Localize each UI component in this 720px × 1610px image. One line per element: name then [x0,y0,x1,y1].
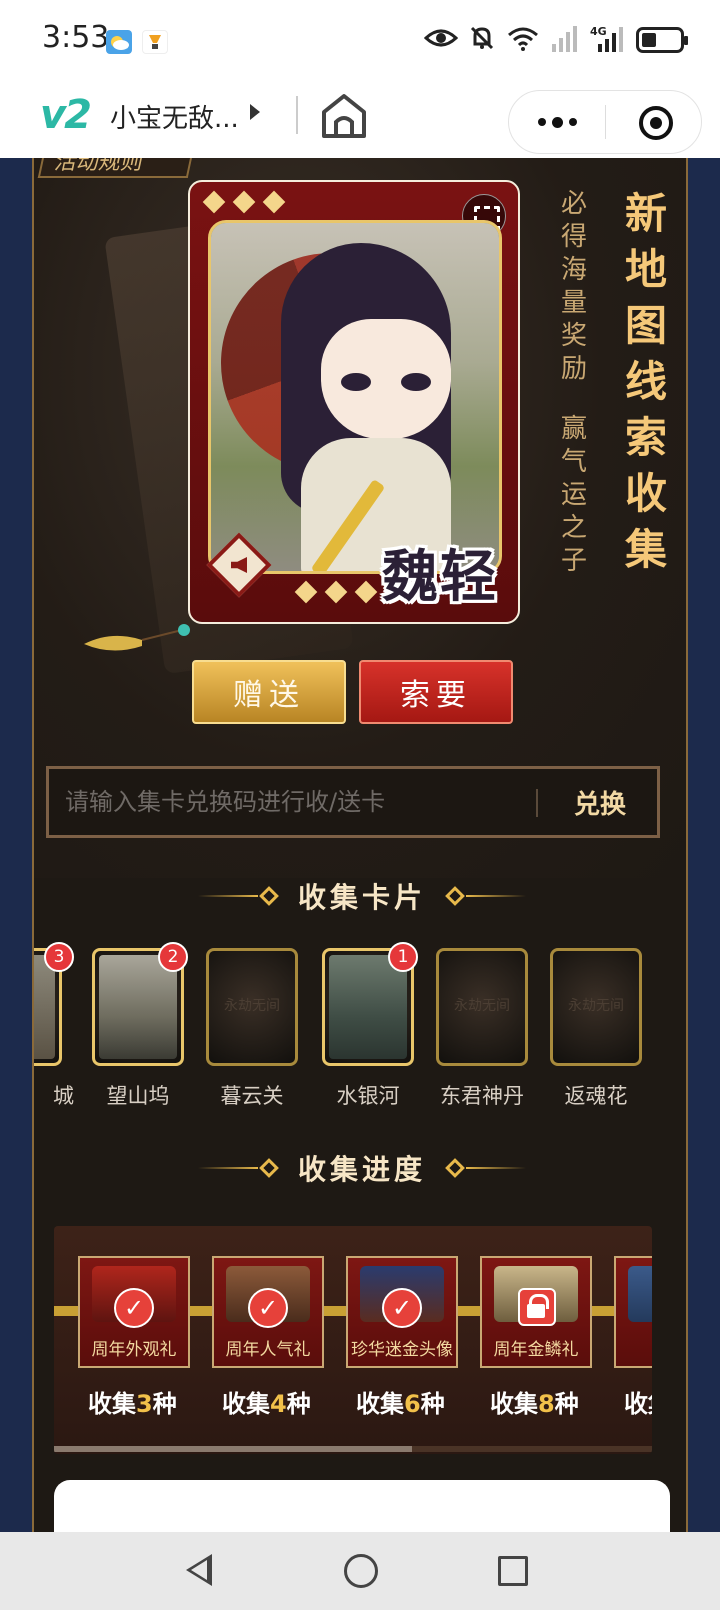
reward-tier-1[interactable]: ✓ 周年外观礼 [78,1256,190,1368]
recent-apps-icon[interactable] [498,1556,528,1586]
card-count-badge: 2 [158,942,188,972]
collect-cards-header: 收集卡片 [34,876,686,916]
progress-scroll-thumb[interactable] [54,1446,412,1452]
app-logo: v2 [40,92,92,138]
ornament-right-icon [444,886,526,906]
collect-card-label: 城 [53,1084,74,1108]
back-icon[interactable] [186,1554,212,1586]
card-watermark: 永劫无间 [568,998,624,1014]
progress-title: 收集进度 [297,1153,426,1186]
page-content: 活动规则 必得海量奖励 赢气运之子 新地图线索收集 魏轻 赠送 索要 请输入集卡… [0,158,720,1532]
featured-card[interactable]: 魏轻 [188,180,520,624]
status-time: 3:53 [42,20,110,55]
svg-text:4G: 4G [590,25,607,38]
redeem-code-box: 兑换 [46,766,660,838]
reward-tier-5[interactable]: 周年 [614,1256,652,1368]
check-icon: ✓ [382,1288,422,1328]
4g-signal-icon: 4G [590,24,626,56]
reward-requirement: 收集8种 [490,1390,579,1418]
app-title[interactable]: 小宝无敌... [110,98,239,135]
lock-icon [518,1288,556,1326]
notification-icon [142,30,168,54]
battery-icon [636,27,688,53]
slogan-big: 新地图线索收集 [624,189,667,574]
status-bar: 3:53 4G [0,0,720,82]
android-nav-bar [0,1532,720,1610]
battery-level [642,33,656,47]
home-icon[interactable] [318,90,370,142]
reward-name: 珍华迷金头像 [351,1340,453,1360]
capsule-menu [508,90,702,154]
ask-button[interactable]: 索要 [359,660,513,724]
redeem-button[interactable]: 兑换 [541,769,659,835]
collect-card-label: 暮云关 [220,1084,284,1108]
card-watermark: 永劫无间 [454,998,510,1014]
reward-tier-2[interactable]: ✓ 周年人气礼 [212,1256,324,1368]
gift-button[interactable]: 赠送 [192,660,346,724]
check-icon: ✓ [114,1288,154,1328]
signal-icon [550,24,580,56]
diamond-ornament-top [202,190,286,214]
diamond-ornament-bottom [294,580,378,604]
rules-tab[interactable]: 活动规则 [37,158,197,178]
mini-program-nav-bar: v2 小宝无敌... [0,82,720,158]
collect-card-6[interactable]: 永劫无间 [550,948,642,1066]
caret-right-icon[interactable] [250,104,260,120]
reward-name: 周年人气礼 [225,1340,311,1360]
nav-divider [296,96,298,134]
reward-tier-3[interactable]: ✓ 珍华迷金头像 [346,1256,458,1368]
wifi-icon [506,25,540,55]
collect-card-3[interactable]: 永劫无间 [206,948,298,1066]
card-count-badge: 3 [44,942,74,972]
more-icon[interactable] [509,91,605,153]
collect-cards-title: 收集卡片 [297,881,426,914]
bottom-sheet-edge [54,1480,670,1532]
slogan-small-1: 必得海量奖励 [560,189,587,384]
reward-requirement: 收集3种 [88,1390,177,1418]
reward-requirement: 收集4种 [222,1390,311,1418]
reward-requirement: 收集 [624,1390,652,1418]
weather-icon [106,30,132,54]
reward-name: 周年金鳞礼 [493,1340,579,1360]
capsule-divider [605,105,606,139]
collect-card-label: 东君神丹 [440,1084,524,1108]
collect-card-5[interactable]: 永劫无间 [436,948,528,1066]
collect-card-label: 望山坞 [106,1084,170,1108]
bell-off-icon [468,24,496,56]
home-circle-icon[interactable] [344,1554,378,1588]
ornament-right-icon [444,1158,526,1178]
card-watermark: 永劫无间 [224,998,280,1014]
collect-card-label: 水银河 [336,1084,400,1108]
check-icon: ✓ [248,1288,288,1328]
ornament-left-icon [197,1158,280,1178]
collect-card-label: 返魂花 [564,1084,628,1108]
tassel-decoration [82,620,192,660]
event-panel: 活动规则 必得海量奖励 赢气运之子 新地图线索收集 魏轻 赠送 索要 请输入集卡… [32,158,688,1532]
redeem-divider [536,789,538,817]
redeem-code-input[interactable] [65,769,525,835]
reward-name: 周年 [616,1335,652,1360]
eye-icon [423,26,459,54]
reward-name: 周年外观礼 [91,1340,177,1360]
close-target-icon[interactable] [639,106,673,140]
slogan-small-2: 赢气运之子 [560,414,587,576]
ornament-left-icon [197,886,280,906]
card-name: 魏轻 [382,545,498,610]
progress-header: 收集进度 [34,1148,686,1188]
card-carousel[interactable]: 3 城 2 望山坞 永劫无间 暮云关 1 水银河 永劫无间 东君神丹 永劫无间 [34,942,686,1118]
card-count-badge: 1 [388,942,418,972]
reward-tier-4[interactable]: 周年金鳞礼 [480,1256,592,1368]
progress-panel[interactable]: ✓ 周年外观礼 收集3种 ✓ 周年人气礼 收集4种 ✓ 珍华迷金头像 收集6种 [54,1226,652,1454]
card-artwork [208,220,502,574]
reward-requirement: 收集6种 [356,1390,445,1418]
